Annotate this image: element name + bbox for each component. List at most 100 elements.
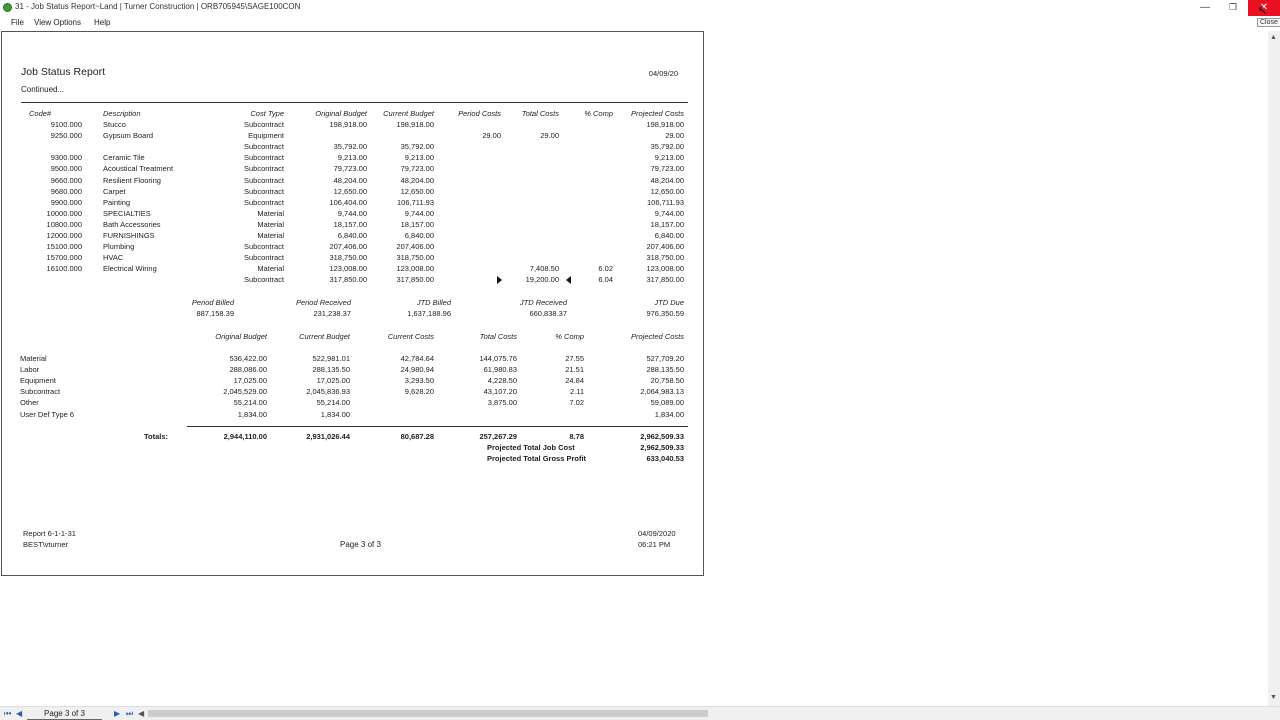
table-cell: 48,204.00 [400,175,434,185]
summary-cell: 21.51 [565,365,584,375]
totals-value: 257,267.29 [479,432,517,441]
table-cell: 12,650.00 [650,186,684,196]
table-cell: 318,750.00 [396,253,434,263]
footer-page: Page 3 of 3 [340,540,381,549]
table-cell: 9660.000 [50,175,82,185]
table-cell: 79,723.00 [650,164,684,174]
billing-header: JTD Billed [416,298,451,307]
summary-cell: 9,628.20 [404,387,434,397]
table-cell: Resilient Flooring [103,175,161,185]
scroll-up-icon[interactable]: ▲ [1270,34,1277,41]
table-cell: 6.04 [598,275,613,285]
table-cell: 35,792.00 [400,142,434,152]
table-cell: Acoustical Treatment [103,164,174,174]
table-cell: Material [257,231,284,240]
projected-job-cost-label: Projected Total Job Cost [487,443,575,452]
billing-value: 976,350.59 [646,309,684,318]
table-cell: 48,204.00 [650,175,684,185]
table-cell: Electrical Wiring [103,264,157,274]
table-cell: 18,157.00 [333,219,367,229]
summary-cell: 536,422.00 [229,354,267,363]
footer-user: BEST\vturner [23,540,69,549]
column-header: Original Budget [315,109,367,118]
table-cell: 9900.000 [50,197,82,207]
vertical-scrollbar[interactable]: ▲ ▼ [1268,31,1280,706]
summary-cell: 2,045,836.93 [306,387,350,397]
table-cell: 12,650.00 [400,186,434,196]
table-cell: Subcontract [243,242,284,252]
table-cell: Subcontract [243,275,284,285]
table-cell: 10000.000 [46,208,82,218]
totals-value: 2,944,110.00 [223,432,267,441]
page-indicator[interactable]: Page 3 of 3 [27,708,102,720]
table-cell: 9100.000 [50,120,82,129]
table-cell: 9500.000 [50,164,82,174]
table-cell: 19,200.00 [525,275,559,285]
summary-cell: 17,025.00 [233,376,267,386]
column-header: Total Costs [521,109,559,118]
menu-help[interactable]: Help [94,18,110,27]
menu-view-options[interactable]: View Options [34,18,81,27]
table-cell: Subcontract [243,120,284,129]
projected-gross-profit-label: Projected Total Gross Profit [487,454,587,463]
summary-cell: 2,045,529.00 [223,387,267,397]
summary-header: Total Costs [479,332,517,341]
last-page-icon[interactable]: ⏭ [126,709,133,719]
summary-cell: 288,086.00 [229,365,267,375]
table-cell: 198,918.00 [646,120,684,129]
minimize-icon[interactable]: — [1190,0,1220,16]
table-cell: Material [257,208,284,218]
table-cell: 29.00 [540,131,559,141]
bottom-navigation-bar: ⏮ ◀ Page 3 of 3 ▶ ⏭ ◀ [0,706,1280,720]
projected-gross-profit-value: 633,040.53 [646,454,684,463]
summary-cell: 55,214.00 [233,398,267,408]
menu-file[interactable]: File [11,18,24,27]
table-cell: 123,008.00 [396,264,434,274]
table-cell: Subcontract [243,253,284,263]
table-cell: Subcontract [243,153,284,163]
first-page-icon[interactable]: ⏮ [4,709,11,719]
previous-page-icon[interactable]: ◀ [16,709,22,718]
table-cell: 16100.000 [46,264,82,274]
totals-label: Totals: [143,432,168,441]
billing-value: 1,637,188.96 [407,309,451,318]
table-cell: Material [257,264,284,274]
summary-cell: 17,025.00 [316,376,350,386]
scroll-down-icon[interactable]: ▼ [1270,694,1277,701]
table-cell: 15100.000 [46,242,82,252]
table-cell: Ceramic Tile [103,153,145,163]
table-cell: SPECIALTIES [103,208,151,218]
table-cell: 207,406.00 [329,242,367,252]
projected-job-cost-value: 2,962,509.33 [640,443,684,452]
table-cell: 12000.000 [46,231,82,240]
table-cell: 15700.000 [46,253,82,263]
title-bar: 31 - Job Status Report~Land | Turner Con… [0,0,1280,16]
summary-cell: 522,981.01 [312,354,350,363]
column-header: % Comp [584,109,613,118]
summary-cell: 24.84 [565,376,584,386]
table-cell: 9250.000 [50,131,82,141]
table-cell: 6,840.00 [654,231,684,240]
table-cell: 48,204.00 [333,175,367,185]
column-header: Projected Costs [631,109,684,118]
summary-header: % Comp [555,332,584,341]
restore-icon[interactable]: ❐ [1218,0,1248,16]
header-divider [21,102,688,103]
horizontal-scroll-thumb[interactable] [148,710,708,717]
window-title: 31 - Job Status Report~Land | Turner Con… [15,2,301,11]
table-cell: 79,723.00 [333,164,367,174]
footer-time: 06:21 PM [638,540,671,549]
table-cell: 35,792.00 [650,142,684,152]
table-cell: 198,918.00 [329,120,367,129]
table-cell: 317,850.00 [646,275,684,285]
table-cell: 9,744.00 [404,208,434,218]
billing-header: Period Billed [191,298,234,307]
table-cell: Gypsum Board [103,131,154,141]
table-cell: 18,157.00 [400,219,434,229]
table-cell: Material [257,219,284,229]
column-header: Description [103,109,141,118]
table-cell: 9,213.00 [337,153,367,163]
scroll-left-icon[interactable]: ◀ [138,709,144,718]
next-page-icon[interactable]: ▶ [114,709,120,718]
summary-cell: 20,758.50 [650,376,684,386]
